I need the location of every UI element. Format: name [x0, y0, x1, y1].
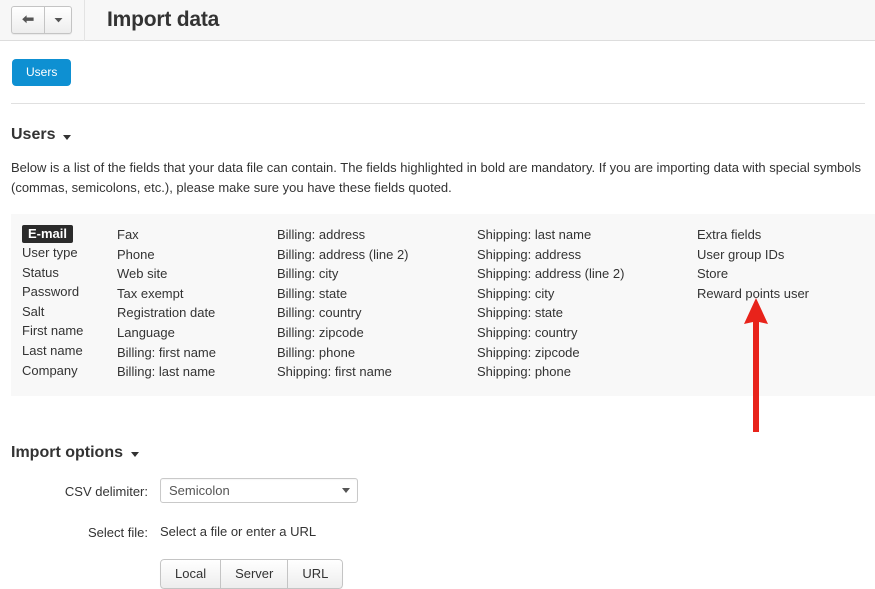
chevron-down-icon: [54, 17, 63, 23]
field-item: Billing: address (line 2): [277, 246, 409, 262]
field-item: Salt: [22, 303, 45, 319]
back-arrow-icon: [21, 14, 35, 26]
field-item: Billing: state: [277, 285, 348, 301]
field-item: Registration date: [117, 305, 216, 321]
field-item: User group IDs: [697, 246, 785, 262]
field-item: Shipping: state: [477, 305, 564, 321]
field-item: Last name: [22, 342, 83, 358]
field-column-1: E-mail User type Status Password Salt First n…: [11, 225, 117, 382]
field-item: First name: [22, 323, 84, 339]
csv-delimiter-select[interactable]: Semicolon: [160, 477, 358, 503]
page-title: Import data: [107, 8, 220, 31]
field-column-3: Billing: address Billing: address (line 2…: [277, 225, 477, 382]
top-header-bar: Import data: [0, 0, 875, 41]
field-item: Reward points user: [697, 285, 809, 301]
field-item: Company: [22, 362, 78, 378]
file-source-url-button[interactable]: URL: [288, 558, 344, 589]
field-item: Billing: last name: [117, 364, 216, 380]
field-item: Fax: [117, 227, 139, 242]
field-item: Billing: city: [277, 266, 339, 282]
csv-delimiter-value: Semicolon: [169, 482, 230, 498]
field-item-mandatory: E-mail: [22, 225, 74, 243]
back-button[interactable]: [12, 7, 44, 33]
field-item: Shipping: last name: [477, 227, 592, 242]
section-description: Below is a list of the fields that your …: [11, 160, 862, 195]
field-item-mandatory-wrap: E-mail: [22, 225, 117, 243]
field-item: Extra fields: [697, 227, 762, 242]
field-item: Shipping: address: [477, 246, 582, 262]
field-item: Shipping: first name: [277, 364, 392, 380]
tab-bar: Users: [0, 41, 875, 86]
tab-users[interactable]: Users: [12, 59, 72, 86]
csv-delimiter-row: CSV delimiter: Semicolon: [0, 477, 875, 503]
field-item: User type: [22, 245, 78, 260]
tab-separator: [11, 103, 865, 104]
field-item: Shipping: address (line 2): [477, 266, 625, 282]
field-item: Store: [697, 266, 729, 282]
field-item: Billing: phone: [277, 344, 356, 360]
section-title-users: Users: [11, 126, 56, 143]
field-item: Shipping: city: [477, 285, 555, 301]
select-file-row: Select file: Select a file or enter a UR…: [0, 519, 875, 540]
field-item: Tax exempt: [117, 285, 184, 301]
field-item: Billing: address: [277, 227, 366, 242]
select-file-label: Select file:: [88, 524, 148, 540]
file-source-button-group: Local Server URL: [160, 558, 344, 589]
field-item: Billing: first name: [117, 344, 216, 360]
section-header-users[interactable]: Users: [11, 126, 875, 144]
field-item: Phone: [117, 246, 155, 262]
field-item: Shipping: zipcode: [477, 344, 580, 360]
field-column-2: Fax Phone Web site Tax exempt Registration d…: [117, 225, 277, 382]
caret-down-icon: [63, 134, 72, 140]
select-caret-icon: [342, 487, 350, 493]
available-fields-panel: E-mail User type Status Password Salt First n…: [11, 214, 875, 396]
back-button-group[interactable]: [11, 6, 72, 34]
field-item: Password: [22, 284, 80, 300]
field-item: Status: [22, 264, 59, 280]
field-item: Shipping: phone: [477, 364, 571, 380]
field-item: Billing: zipcode: [277, 324, 364, 340]
field-item: Language: [117, 324, 175, 340]
csv-delimiter-label: CSV delimiter:: [64, 483, 148, 499]
field-column-4: Shipping: last name Shipping: address Ship…: [477, 225, 697, 382]
field-item: Shipping: country: [477, 324, 578, 340]
back-history-dropdown-button[interactable]: [44, 7, 71, 33]
section-header-import-options[interactable]: Import options: [11, 444, 875, 462]
file-source-local-button[interactable]: Local: [160, 558, 222, 589]
section-title-import-options: Import options: [11, 443, 123, 461]
file-source-server-button[interactable]: Server: [221, 558, 289, 589]
field-column-5: Extra fields User group IDs Store Reward po…: [697, 225, 875, 382]
field-item: Billing: country: [277, 305, 362, 321]
select-file-value: Select a file or enter a URL: [160, 523, 317, 539]
field-item: Web site: [117, 266, 168, 282]
header-divider: [84, 0, 85, 41]
caret-down-icon: [130, 452, 139, 458]
